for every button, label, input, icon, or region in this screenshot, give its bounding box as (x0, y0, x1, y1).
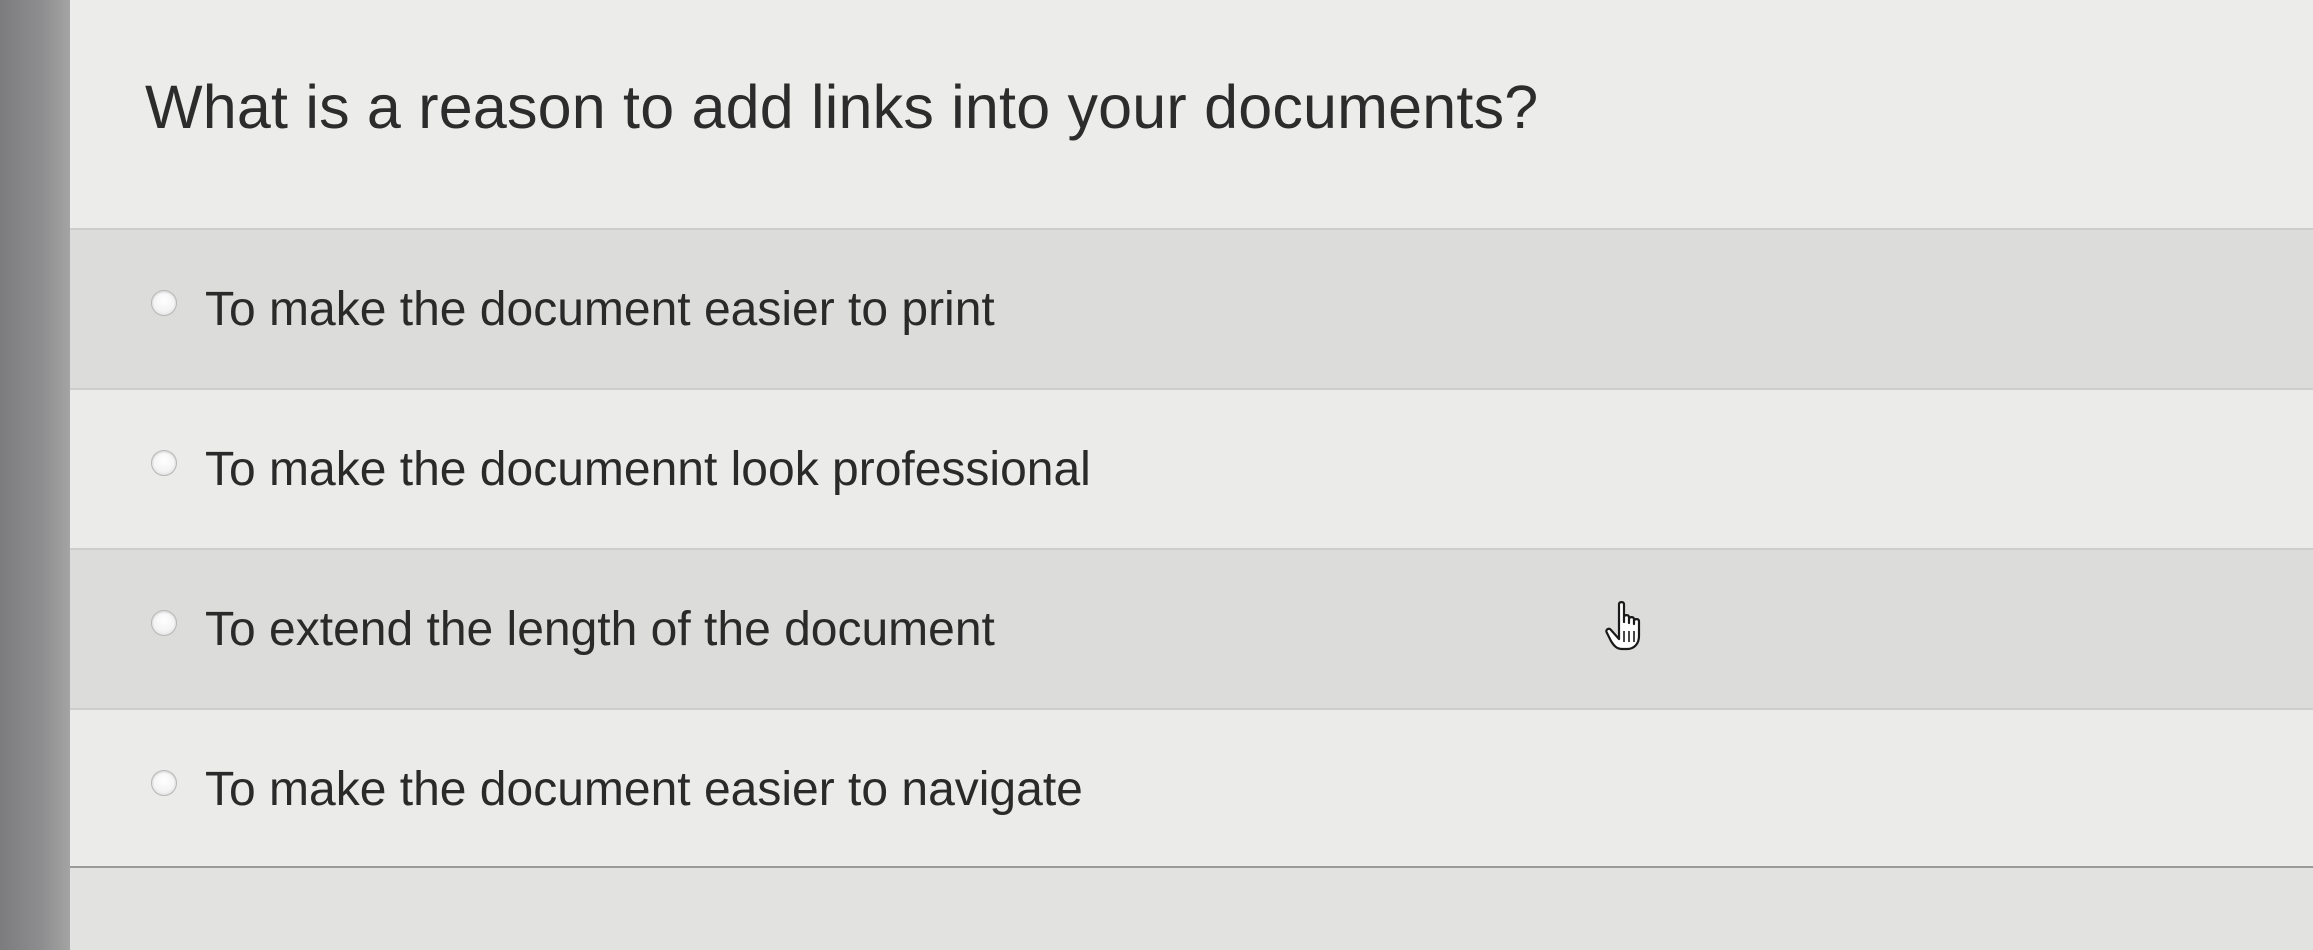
question-text: What is a reason to add links into your … (145, 73, 1539, 141)
answer-option-label[interactable]: To make the documennt look professional (205, 442, 1091, 497)
radio-button-icon[interactable] (151, 770, 177, 796)
quiz-page: What is a reason to add links into your … (0, 0, 2313, 950)
answer-option[interactable]: To make the documennt look professional (70, 388, 2313, 548)
answer-option[interactable]: To make the document easier to navigate (70, 708, 2313, 868)
question-header: What is a reason to add links into your … (70, 0, 2313, 228)
left-sidebar-edge (0, 0, 70, 950)
hand-pointer-icon (1605, 601, 1641, 651)
page-footer-area (70, 868, 2313, 950)
answer-option-label[interactable]: To make the document easier to print (205, 282, 995, 337)
answer-option[interactable]: To make the document easier to print (70, 228, 2313, 388)
answer-option-label[interactable]: To extend the length of the document (205, 602, 995, 657)
quiz-content: What is a reason to add links into your … (70, 0, 2313, 950)
radio-button-icon[interactable] (151, 450, 177, 476)
radio-button-icon[interactable] (151, 290, 177, 316)
answer-option[interactable]: To extend the length of the document (70, 548, 2313, 708)
radio-button-icon[interactable] (151, 610, 177, 636)
answer-options: To make the document easier to print To … (70, 228, 2313, 868)
answer-option-label[interactable]: To make the document easier to navigate (205, 762, 1083, 817)
